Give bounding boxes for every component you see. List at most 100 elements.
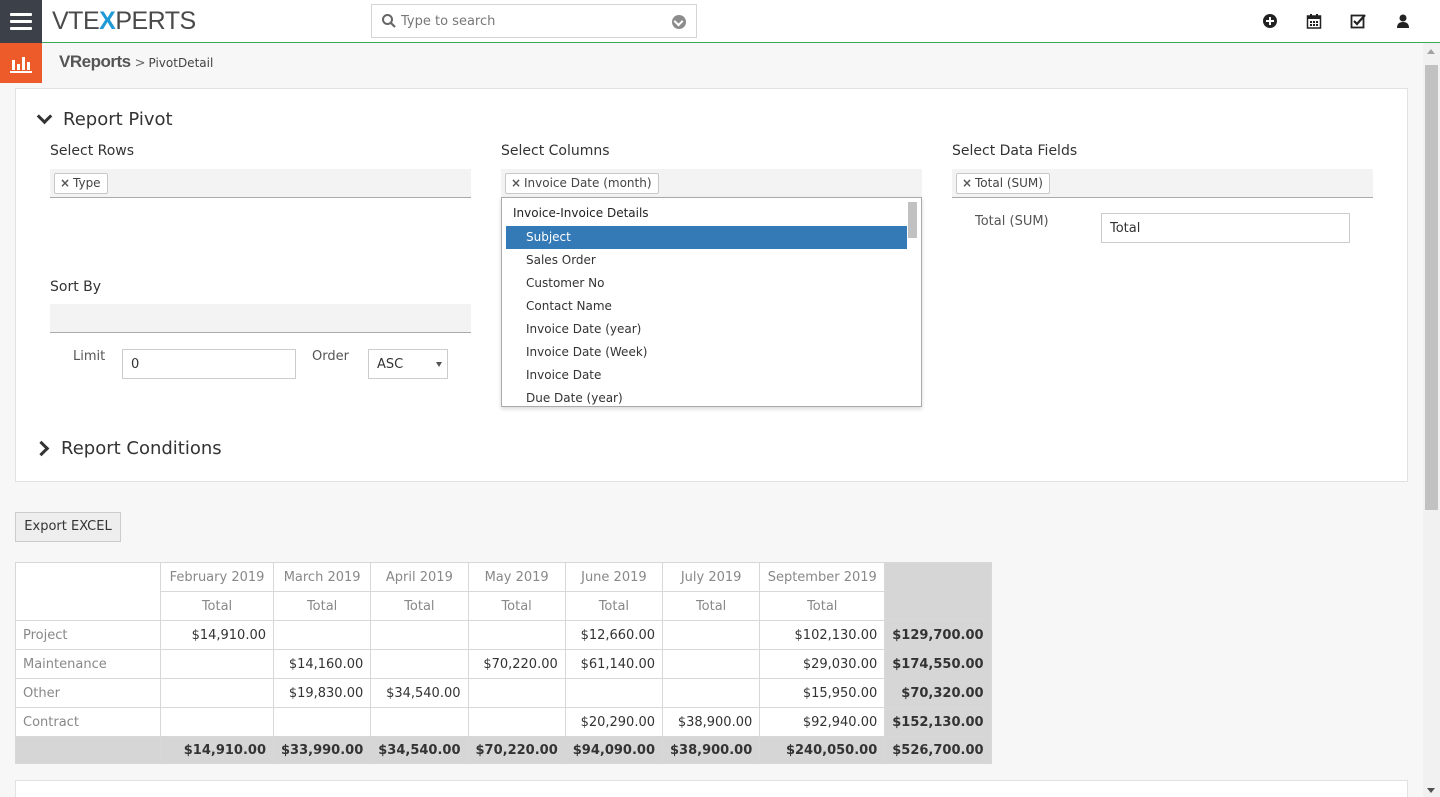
month-header: September 2019: [759, 562, 886, 592]
column-total: $33,990.00: [272, 736, 372, 764]
dropdown-group-label: Invoice-Invoice Details: [513, 206, 649, 220]
select-columns-label: Select Columns: [501, 143, 610, 159]
dropdown-option[interactable]: Subject: [506, 226, 907, 249]
table-cell: $19,830.00: [272, 678, 372, 708]
module-menu[interactable]: [0, 43, 42, 83]
select-rows-field[interactable]: × Type: [50, 169, 471, 198]
page-scrollbar[interactable]: [1423, 43, 1440, 797]
chevron-right-icon: [33, 440, 50, 457]
grand-total-header: [884, 562, 992, 621]
app-logo[interactable]: VTEXPERTS: [52, 8, 196, 35]
month-header: April 2019: [370, 562, 469, 592]
table-cell: [661, 678, 761, 708]
row-label: Contract: [15, 707, 161, 737]
table-cell: [564, 678, 664, 708]
remove-tag-icon[interactable]: ×: [511, 176, 521, 190]
column-total: $34,540.00: [370, 736, 469, 764]
hamburger-menu-icon[interactable]: [0, 0, 42, 43]
sort-by-field[interactable]: [50, 304, 471, 333]
report-conditions-toggle[interactable]: Report Conditions: [33, 438, 222, 459]
table-cell: $14,160.00: [272, 649, 372, 679]
table-cell: [272, 707, 372, 737]
table-cell: $12,660.00: [564, 620, 664, 650]
order-select[interactable]: ASC: [368, 349, 448, 379]
breadcrumb: VReports > PivotDetail: [59, 52, 213, 72]
select-columns-field[interactable]: × Invoice Date (month): [501, 169, 922, 198]
export-excel-button[interactable]: Export EXCEL: [15, 512, 121, 542]
breadcrumb-module[interactable]: VReports: [59, 52, 131, 71]
table-row: Other $19,830.00 $34,540.00 $15,950.00 $…: [15, 678, 992, 708]
table-cell: $70,220.00: [467, 649, 566, 679]
data-field-label: Total (SUM): [975, 214, 1049, 229]
limit-input[interactable]: 0: [122, 349, 296, 379]
remove-tag-icon[interactable]: ×: [962, 176, 972, 190]
limit-label: Limit: [73, 349, 106, 364]
breadcrumb-separator: >: [134, 56, 146, 71]
table-cell: $38,900.00: [661, 707, 761, 737]
select-data-fields-field[interactable]: × Total (SUM): [952, 169, 1373, 198]
dropdown-option[interactable]: Customer No: [506, 272, 907, 295]
report-conditions-title: Report Conditions: [61, 438, 222, 459]
remove-tag-icon[interactable]: ×: [60, 176, 70, 190]
dropdown-option[interactable]: Sales Order: [506, 249, 907, 272]
dropdown-option[interactable]: Invoice Date: [506, 364, 907, 387]
table-cell: $15,950.00: [759, 678, 886, 708]
row-total: $174,550.00: [884, 649, 992, 679]
chevron-down-icon[interactable]: [672, 15, 686, 29]
total-subheader: Total: [564, 591, 664, 621]
chart-panel: [15, 780, 1408, 797]
data-field-alias-input[interactable]: Total: [1101, 213, 1350, 243]
month-header: February 2019: [160, 562, 274, 592]
scroll-down-arrow[interactable]: [1427, 788, 1435, 793]
table-cell: $20,290.00: [564, 707, 664, 737]
scroll-thumb[interactable]: [1425, 65, 1438, 510]
total-subheader: Total: [467, 591, 566, 621]
global-search: [371, 4, 697, 38]
month-header: July 2019: [661, 562, 761, 592]
report-pivot-title: Report Pivot: [63, 109, 173, 130]
search-input[interactable]: [401, 11, 661, 31]
month-header: March 2019: [272, 562, 372, 592]
dropdown-scroll-thumb[interactable]: [908, 202, 917, 238]
table-cell: [467, 707, 566, 737]
row-label: Maintenance: [15, 649, 161, 679]
pivot-header-row: February 2019 March 2019 April 2019 May …: [15, 562, 992, 621]
plus-circle-icon[interactable]: [1262, 13, 1278, 29]
sort-by-label: Sort By: [50, 279, 102, 295]
table-cell: $34,540.00: [370, 678, 469, 708]
dropdown-option[interactable]: Contact Name: [506, 295, 907, 318]
table-row: Project $14,910.00 $12,660.00 $102,130.0…: [15, 620, 992, 650]
grand-total: $526,700.00: [884, 736, 992, 764]
pivot-table: February 2019 March 2019 April 2019 May …: [15, 562, 992, 764]
chevron-down-icon: [36, 108, 53, 125]
table-cell: $29,030.00: [759, 649, 886, 679]
row-tag: × Type: [54, 173, 108, 194]
table-cell: [467, 620, 566, 650]
column-total: $14,910.00: [160, 736, 274, 764]
table-cell: [160, 707, 274, 737]
column-tag: × Invoice Date (month): [505, 173, 659, 194]
report-pivot-toggle[interactable]: Report Pivot: [36, 108, 173, 130]
column-total: $38,900.00: [661, 736, 761, 764]
table-cell: $14,910.00: [160, 620, 274, 650]
dropdown-option[interactable]: Due Date (year): [506, 387, 907, 406]
columns-dropdown-list: Invoice-Invoice Details Subject Sales Or…: [501, 197, 922, 407]
calendar-icon[interactable]: [1306, 13, 1322, 29]
column-total: $94,090.00: [564, 736, 664, 764]
total-subheader: Total: [370, 591, 469, 621]
table-cell: $102,130.00: [759, 620, 886, 650]
user-icon[interactable]: [1395, 13, 1411, 29]
pivot-subheader-row: Total Total Total Total Total Total Tota…: [16, 591, 992, 621]
dropdown-option[interactable]: Invoice Date (year): [506, 318, 907, 341]
pivot-corner-cell: [15, 562, 161, 621]
table-cell: $92,940.00: [759, 707, 886, 737]
checkbox-icon[interactable]: [1350, 13, 1366, 29]
scroll-up-arrow[interactable]: [1427, 49, 1435, 54]
total-subheader: Total: [661, 591, 761, 621]
month-header: May 2019: [467, 562, 566, 592]
table-cell: [160, 649, 274, 679]
total-subheader: Total: [160, 591, 274, 621]
dropdown-option[interactable]: Invoice Date (Week): [506, 341, 907, 364]
table-cell: [370, 620, 469, 650]
table-cell: [467, 678, 566, 708]
